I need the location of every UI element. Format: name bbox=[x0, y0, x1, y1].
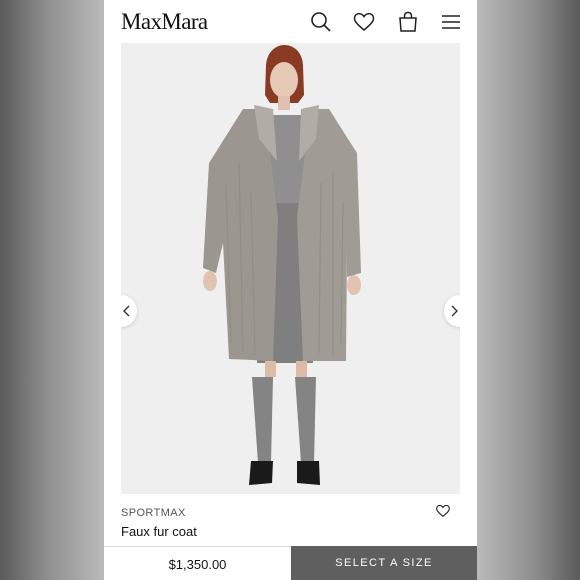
select-size-button[interactable]: SELECT A SIZE bbox=[291, 546, 477, 580]
phone-screen: MaxMara SPORTMAX Faux fur coat $1,350.00… bbox=[104, 0, 477, 580]
wishlist-heart-icon[interactable] bbox=[435, 503, 451, 519]
product-brand: SPORTMAX bbox=[121, 507, 186, 519]
chevron-left-icon bbox=[123, 305, 130, 317]
model-in-coat-illustration bbox=[203, 45, 361, 485]
brand-logo[interactable]: MaxMara bbox=[121, 9, 208, 35]
header: MaxMara bbox=[104, 0, 477, 44]
heart-icon[interactable] bbox=[352, 10, 376, 34]
shopping-bag-icon[interactable] bbox=[396, 10, 420, 34]
menu-icon[interactable] bbox=[439, 10, 463, 34]
product-price: $1,350.00 bbox=[104, 546, 291, 580]
product-image[interactable] bbox=[121, 43, 460, 494]
search-icon[interactable] bbox=[309, 10, 333, 34]
chevron-right-icon bbox=[451, 305, 458, 317]
product-name: Faux fur coat bbox=[121, 524, 197, 539]
